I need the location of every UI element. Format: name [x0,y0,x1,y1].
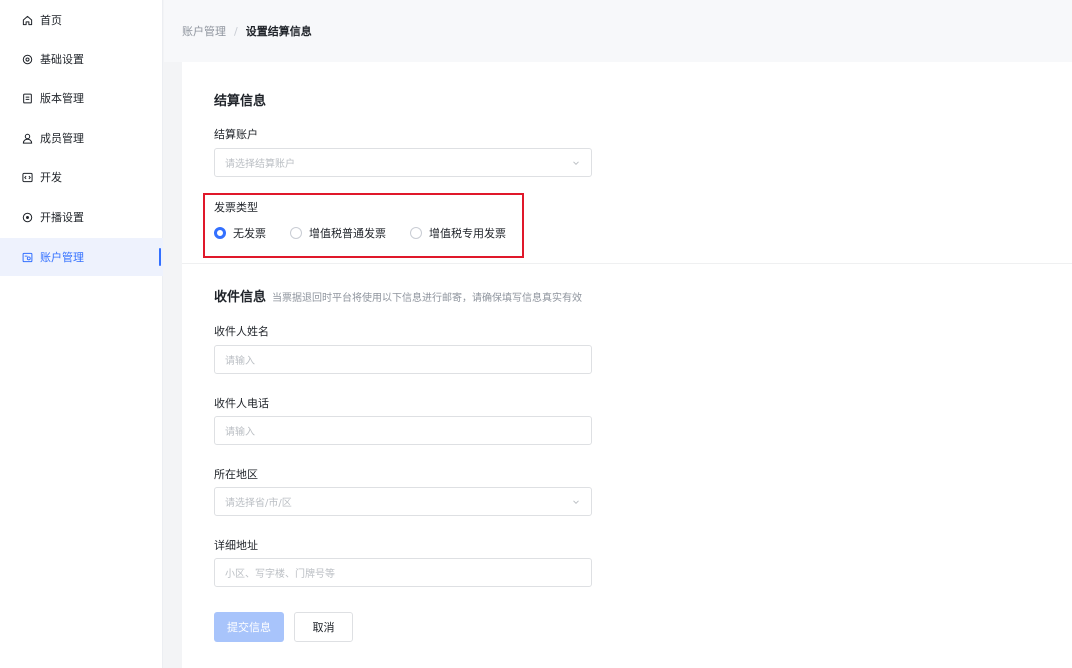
cancel-button[interactable]: 取消 [294,612,353,642]
invoice-radio-none[interactable]: 无发票 [214,225,266,241]
shipping-section-title: 收件信息 当票据退回时平台将使用以下信息进行邮寄，请确保填写信息真实有效 [214,286,582,305]
sidebar-item-member-management[interactable]: 成员管理 [0,119,163,157]
invoice-type-radio-group: 无发票 增值税普通发票 增值税专用发票 [214,225,530,241]
recipient-phone-label: 收件人电话 [214,397,269,410]
sidebar-item-label: 基础设置 [40,53,84,66]
invoice-type-label: 发票类型 [214,201,258,214]
address-placeholder: 小区、写字楼、门牌号等 [225,569,335,580]
page-title: 设置结算信息 [245,25,312,38]
region-placeholder: 请选择省/市/区 [225,498,292,509]
sidebar-item-home[interactable]: 首页 [0,1,163,39]
sidebar-item-version-management[interactable]: 版本管理 [0,79,163,117]
breadcrumb-separator: / [234,24,238,38]
sidebar-item-label: 版本管理 [40,92,84,105]
settlement-section-title: 结算信息 [214,94,267,109]
sidebar-item-label: 成员管理 [40,132,84,145]
radio-unchecked-icon [410,227,422,239]
radio-unchecked-icon [290,227,302,239]
chevron-down-icon [571,158,581,168]
settlement-account-select[interactable]: 请选择结算账户 [214,148,592,177]
account-icon [22,252,33,263]
sidebar-item-develop[interactable]: 开发 [0,158,163,196]
sidebar: 首页 基础设置 版本管理 成员管理 开发 开播设置 账户管理 [0,0,163,668]
submit-button[interactable]: 提交信息 [214,612,284,642]
home-icon [22,15,33,26]
document-icon [22,93,33,104]
app-root: 首页 基础设置 版本管理 成员管理 开发 开播设置 账户管理 账户管理 / 设置… [0,0,1072,668]
recipient-name-placeholder: 请输入 [225,356,255,367]
radio-label: 无发票 [233,227,266,240]
settlement-form-card: 结算信息 结算账户 请选择结算账户 发票类型 无发票 增值税普通发票 增值税专用… [182,62,1072,668]
settings-icon [22,54,33,65]
shipping-description: 当票据退回时平台将使用以下信息进行邮寄，请确保填写信息真实有效 [272,293,583,304]
radio-label: 增值税普通发票 [309,227,386,240]
recipient-phone-input[interactable]: 请输入 [214,416,592,445]
recipient-name-label: 收件人姓名 [214,325,269,338]
sidebar-item-label: 首页 [40,14,62,27]
address-label: 详细地址 [214,539,258,552]
chevron-down-icon [571,497,581,507]
shipping-title-text: 收件信息 [214,290,267,305]
sidebar-item-label: 账户管理 [40,251,84,264]
region-label: 所在地区 [214,468,258,481]
recipient-name-input[interactable]: 请输入 [214,345,592,374]
sidebar-item-account-management[interactable]: 账户管理 [0,238,163,276]
radio-label: 增值税专用发票 [429,227,506,240]
settlement-account-label: 结算账户 [214,128,258,141]
sidebar-item-broadcast-settings[interactable]: 开播设置 [0,198,163,236]
sidebar-item-label: 开发 [40,171,62,184]
recipient-phone-placeholder: 请输入 [225,427,255,438]
invoice-radio-vat-general[interactable]: 增值税普通发票 [290,225,386,241]
sidebar-item-basic-settings[interactable]: 基础设置 [0,40,163,78]
user-icon [22,133,33,144]
breadcrumb: 账户管理 / 设置结算信息 [164,0,1072,62]
section-divider [182,263,1072,264]
broadcast-icon [22,212,33,223]
radio-checked-icon [214,227,226,239]
address-input[interactable]: 小区、写字楼、门牌号等 [214,558,592,587]
settlement-account-placeholder: 请选择结算账户 [225,159,295,170]
breadcrumb-parent-link[interactable]: 账户管理 [182,23,226,39]
region-select[interactable]: 请选择省/市/区 [214,487,592,516]
invoice-radio-vat-special[interactable]: 增值税专用发票 [410,225,506,241]
sidebar-item-label: 开播设置 [40,211,84,224]
code-icon [22,172,33,183]
